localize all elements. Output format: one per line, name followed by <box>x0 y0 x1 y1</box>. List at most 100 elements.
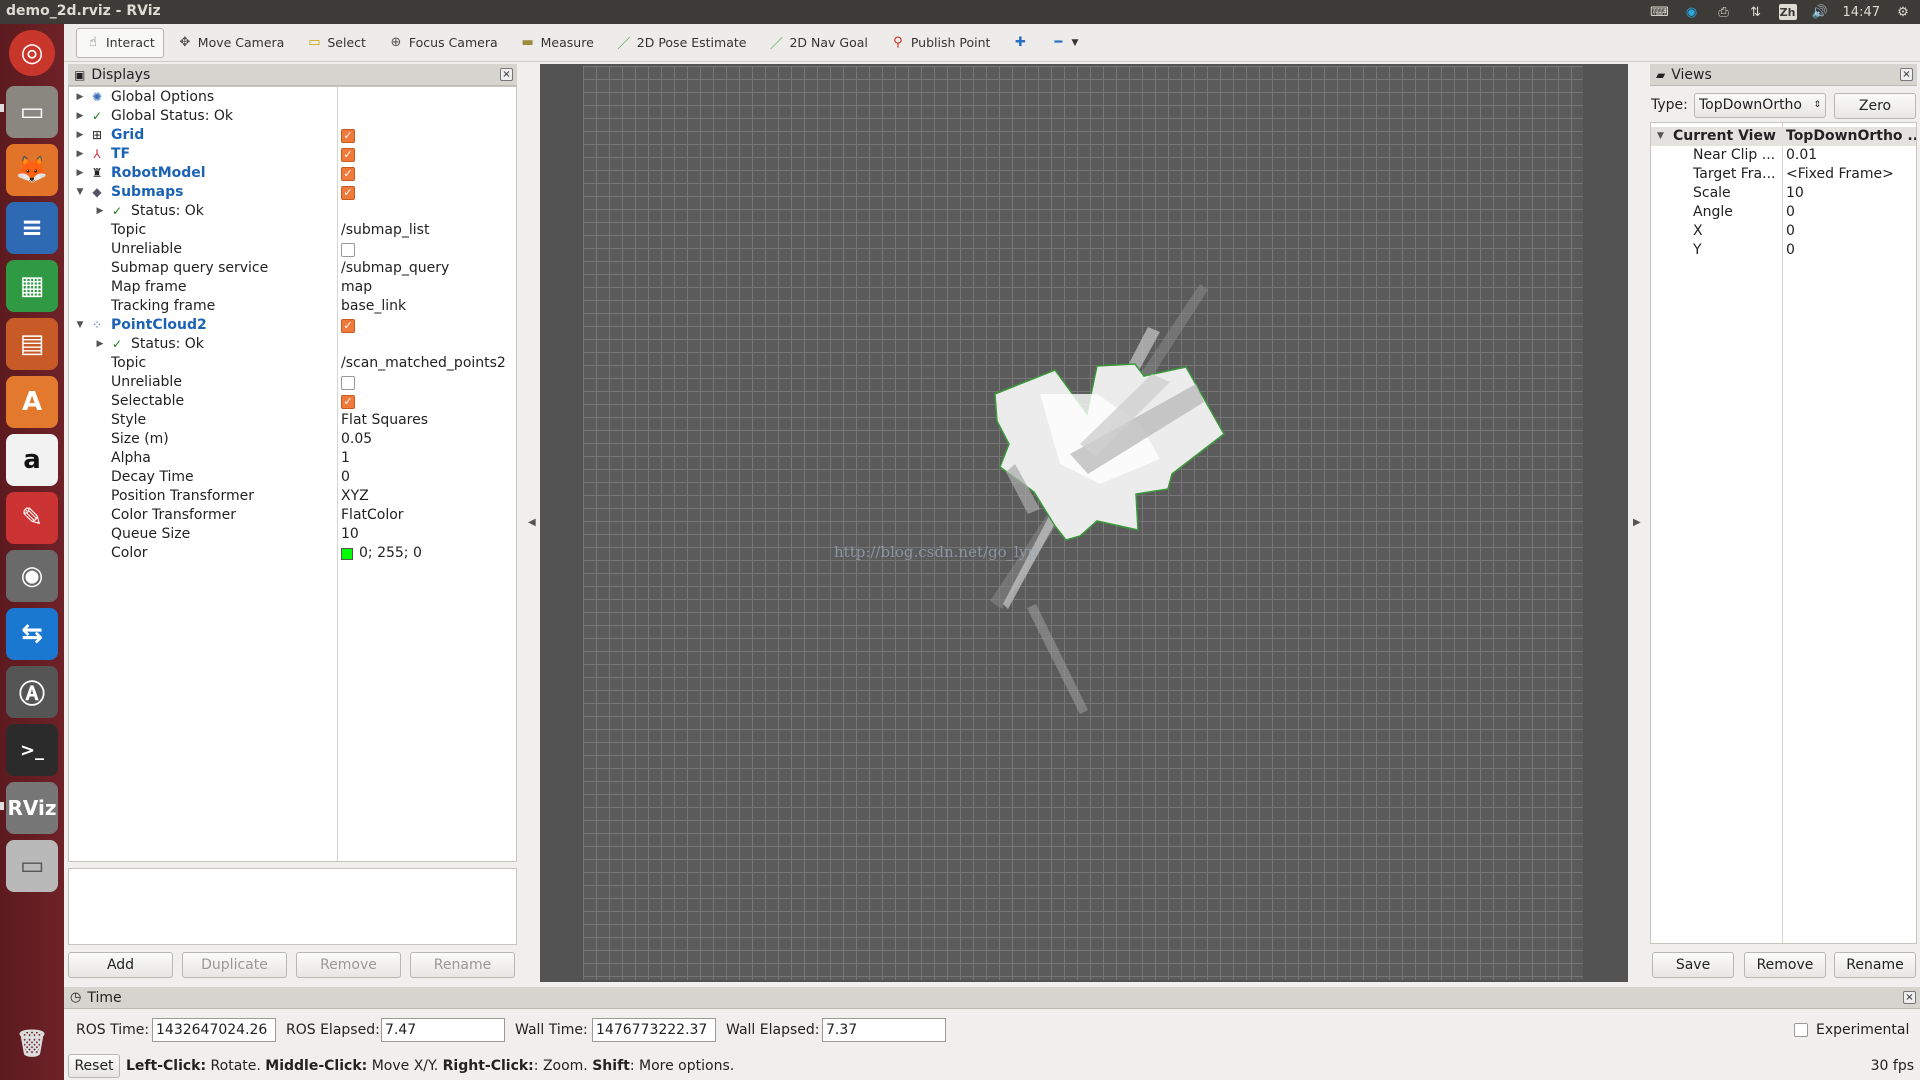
add-tool-button[interactable]: ✚ <box>1003 28 1037 58</box>
trash-icon[interactable]: 🗑 <box>6 1018 58 1070</box>
skype-icon[interactable]: ◉ <box>1683 4 1701 20</box>
pointcloud2-unreliable-checkbox[interactable] <box>341 376 355 390</box>
tree-row-grid[interactable]: ▶ ⊞ Grid ✓ <box>69 126 516 145</box>
expand-arrow-icon[interactable]: ▶ <box>75 88 85 107</box>
add-display-button[interactable]: Add <box>68 952 173 978</box>
gear-icon[interactable]: ⚙ <box>1894 4 1912 20</box>
grid-enabled-checkbox[interactable]: ✓ <box>341 129 355 143</box>
teamviewer-icon[interactable]: ⇆ <box>6 608 58 660</box>
tf-enabled-checkbox[interactable]: ✓ <box>341 148 355 162</box>
calc-icon[interactable]: ▦ <box>6 260 58 312</box>
tree-row-scale[interactable]: Scale 10 <box>1651 184 1916 203</box>
tree-row-selectable[interactable]: Selectable ✓ <box>69 392 516 411</box>
expand-arrow-icon[interactable]: ▶ <box>75 145 85 164</box>
tree-row-x[interactable]: X0 <box>1651 222 1916 241</box>
tree-row-queue-size[interactable]: Queue Size 10 <box>69 525 516 544</box>
tree-row-angle[interactable]: Angle 0 <box>1651 203 1916 222</box>
close-icon[interactable]: × <box>1900 68 1913 81</box>
submaps-enabled-checkbox[interactable]: ✓ <box>341 186 355 200</box>
tree-row-submaps-unreliable[interactable]: Unreliable <box>69 240 516 259</box>
impress-icon[interactable]: ▤ <box>6 318 58 370</box>
tree-row-robotmodel[interactable]: ▶ ♜ RobotModel ✓ <box>69 164 516 183</box>
software-updater-icon[interactable]: Ⓐ <box>6 666 58 718</box>
color-swatch[interactable] <box>341 548 353 560</box>
clock[interactable]: 14:47 <box>1843 5 1880 20</box>
tree-row-global-status[interactable]: ▶ ✓ Global Status: Ok <box>69 107 516 126</box>
tree-row-color[interactable]: Color 0; 255; 0 <box>69 544 516 563</box>
tree-row-near-clip[interactable]: Near Clip ... 0.01 <box>1651 146 1916 165</box>
tree-row-target-frame[interactable]: Target Fra... <Fixed Frame> <box>1651 165 1916 184</box>
collapse-arrow-icon[interactable]: ▼ <box>75 183 85 202</box>
tree-row-tf[interactable]: ▶ ⅄ TF ✓ <box>69 145 516 164</box>
volume-icon[interactable]: 🔊 <box>1811 4 1829 20</box>
submaps-unreliable-checkbox[interactable] <box>341 243 355 257</box>
duplicate-display-button[interactable]: Duplicate <box>182 952 287 978</box>
tree-row-pointcloud2-topic[interactable]: Topic /scan_matched_points2 <box>69 354 516 373</box>
expand-arrow-icon[interactable]: ▶ <box>75 107 85 126</box>
tree-row-pointcloud2-status[interactable]: ▶ ✓ Status: Ok <box>69 335 516 354</box>
robotmodel-enabled-checkbox[interactable]: ✓ <box>341 167 355 181</box>
view-type-select[interactable]: TopDownOrtho ⇕ <box>1694 93 1826 118</box>
tool-2d-pose-estimate[interactable]: ／ 2D Pose Estimate <box>607 28 756 58</box>
tree-row-pointcloud2-unreliable[interactable]: Unreliable <box>69 373 516 392</box>
ros-elapsed-field[interactable]: 7.47 <box>381 1018 505 1042</box>
firefox-icon[interactable]: 🦊 <box>6 144 58 196</box>
tree-row-tracking-frame[interactable]: Tracking frame base_link <box>69 297 516 316</box>
close-icon[interactable]: × <box>500 68 513 81</box>
tree-row-map-frame[interactable]: Map frame map <box>69 278 516 297</box>
tree-row-pointcloud2[interactable]: ▼ ⁘ PointCloud2 ✓ <box>69 316 516 335</box>
tree-row-color-transformer[interactable]: Color Transformer FlatColor <box>69 506 516 525</box>
tree-row-decay-time[interactable]: Decay Time 0 <box>69 468 516 487</box>
render-viewport[interactable]: http://blog.csdn.net/go_lyp <box>540 64 1628 982</box>
keyboard-icon[interactable]: ⌨ <box>1650 4 1669 20</box>
ros-time-field[interactable]: 1432647024.26 <box>152 1018 276 1042</box>
tool-publish-point[interactable]: ⚲ Publish Point <box>881 28 1000 58</box>
writer-icon[interactable]: ≡ <box>6 202 58 254</box>
zero-view-button[interactable]: Zero <box>1834 93 1916 119</box>
drive-icon[interactable]: ▭ <box>6 840 58 892</box>
tree-row-size[interactable]: Size (m) 0.05 <box>69 430 516 449</box>
save-view-button[interactable]: Save <box>1652 952 1734 978</box>
tree-row-y[interactable]: Y0 <box>1651 241 1916 260</box>
rviz-app-icon[interactable]: RViz <box>6 782 58 834</box>
tool-select[interactable]: ▭ Select <box>297 28 375 58</box>
wall-time-field[interactable]: 1476773222.37 <box>592 1018 716 1042</box>
input-method-indicator[interactable]: Zh <box>1778 4 1797 20</box>
tree-row-alpha[interactable]: Alpha 1 <box>69 449 516 468</box>
tree-row-submaps-topic[interactable]: Topic /submap_list <box>69 221 516 240</box>
selectable-checkbox[interactable]: ✓ <box>341 395 355 409</box>
files-icon[interactable]: ▭ <box>6 86 58 138</box>
eye-app-icon[interactable]: ◉ <box>6 550 58 602</box>
terminal-icon[interactable]: >_ <box>6 724 58 776</box>
system-settings-icon[interactable]: ✎ <box>6 492 58 544</box>
pointcloud2-enabled-checkbox[interactable]: ✓ <box>341 319 355 333</box>
tool-measure[interactable]: ▬ Measure <box>511 28 603 58</box>
close-icon[interactable]: × <box>1903 991 1916 1004</box>
remove-view-button[interactable]: Remove <box>1744 952 1826 978</box>
tree-row-submaps-status[interactable]: ▶ ✓ Status: Ok <box>69 202 516 221</box>
experimental-checkbox[interactable] <box>1794 1023 1808 1037</box>
expand-arrow-icon[interactable]: ▶ <box>75 126 85 145</box>
tool-interact[interactable]: ☝ Interact <box>76 27 164 58</box>
rename-view-button[interactable]: Rename <box>1834 952 1916 978</box>
tool-2d-nav-goal[interactable]: ／ 2D Nav Goal <box>759 28 876 58</box>
remove-tool-button[interactable]: ━ ▼ <box>1041 28 1087 58</box>
tree-row-submap-query-service[interactable]: Submap query service /submap_query <box>69 259 516 278</box>
collapse-right-panel-icon[interactable]: ▶ <box>1633 517 1641 528</box>
collapse-arrow-icon[interactable]: ▼ <box>1657 127 1664 146</box>
software-center-icon[interactable]: A <box>6 376 58 428</box>
collapse-left-panel-icon[interactable]: ◀ <box>528 517 536 528</box>
printer-icon[interactable]: ⎙ <box>1715 4 1733 20</box>
tree-row-global-options[interactable]: ▶ ✺ Global Options <box>69 88 516 107</box>
collapse-arrow-icon[interactable]: ▼ <box>75 316 85 335</box>
network-icon[interactable]: ⇅ <box>1747 4 1765 20</box>
expand-arrow-icon[interactable]: ▶ <box>95 202 105 221</box>
tool-move-camera[interactable]: ✥ Move Camera <box>168 28 294 58</box>
remove-display-button[interactable]: Remove <box>296 952 401 978</box>
tree-row-submaps[interactable]: ▼ ◆ Submaps ✓ <box>69 183 516 202</box>
tree-row-position-transformer[interactable]: Position Transformer XYZ <box>69 487 516 506</box>
reset-button[interactable]: Reset <box>68 1054 120 1078</box>
rename-display-button[interactable]: Rename <box>410 952 515 978</box>
tree-row-current-view[interactable]: ▼ Current View TopDownOrtho ... <box>1651 127 1916 146</box>
tree-row-style[interactable]: Style Flat Squares <box>69 411 516 430</box>
